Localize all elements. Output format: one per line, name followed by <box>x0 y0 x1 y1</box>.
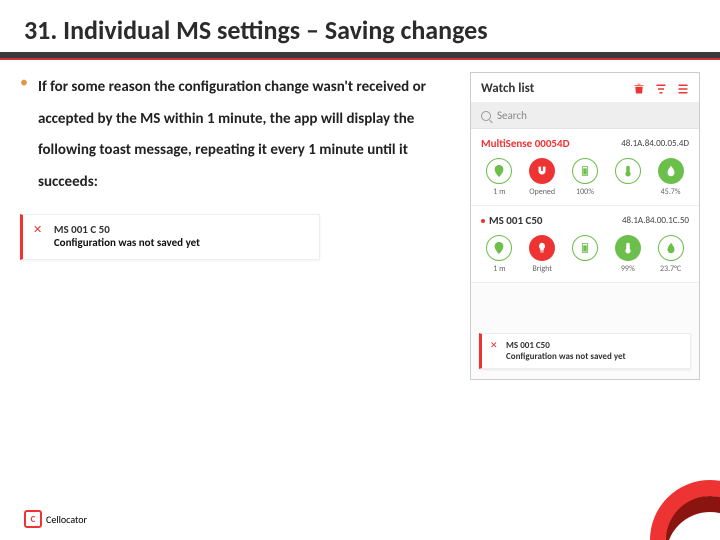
device-mac: 48.1A.84.00.05.4D <box>621 138 689 149</box>
toast-example-left: ✕ MS 001 C 50 Configuration was not save… <box>20 214 320 260</box>
metric-value: 99% <box>621 264 635 274</box>
temp-icon <box>615 158 641 184</box>
drop-icon <box>658 158 684 184</box>
device-row[interactable]: MultiSense 00054D 48.1A.84.00.05.4D 1 m … <box>471 129 699 206</box>
location-icon <box>486 235 512 261</box>
toast-message: Configuration was not saved yet <box>506 351 626 362</box>
phone-mockup: Watch list Search MultiSense 00054D 48.1… <box>470 72 700 380</box>
slide-title: 31. Individual MS settings – Saving chan… <box>24 14 696 46</box>
toast-message: Configuration was not saved yet <box>54 236 200 249</box>
toast-device-name: MS 001 C 50 <box>54 223 200 236</box>
location-icon <box>486 158 512 184</box>
metric-value: 45.7% <box>661 187 681 197</box>
device-mac: 48.1A.84.00.1C.50 <box>622 215 689 226</box>
search-input[interactable]: Search <box>471 103 699 129</box>
device-row[interactable]: MS 001 C50 48.1A.84.00.1C.50 1 m Bright … <box>471 206 699 283</box>
footer-brand: Cellocator <box>46 513 87 526</box>
device-name: MultiSense 00054D <box>481 137 570 150</box>
magnet-icon <box>529 158 555 184</box>
bullet-dot: • <box>20 72 28 198</box>
metric-value: 100% <box>576 187 594 197</box>
metric-value: 1 m <box>493 264 505 274</box>
battery-icon <box>572 235 598 261</box>
temp-icon <box>615 235 641 261</box>
trash-icon[interactable] <box>633 83 645 95</box>
close-icon[interactable]: ✕ <box>33 223 42 236</box>
filter-icon[interactable] <box>655 83 667 95</box>
close-icon[interactable]: ✕ <box>490 340 498 351</box>
metric-value: Opened <box>529 187 555 197</box>
footer-logo: C Cellocator <box>24 510 87 528</box>
metric-value: 1 m <box>493 187 505 197</box>
device-name: MS 001 C50 <box>489 214 543 227</box>
metric-value: Bright <box>532 264 552 274</box>
bulb-icon <box>529 235 555 261</box>
drop-icon <box>658 235 684 261</box>
battery-icon <box>572 158 598 184</box>
menu-icon[interactable] <box>677 83 689 95</box>
search-icon <box>481 111 491 121</box>
body-text: If for some reason the configuration cha… <box>38 72 456 198</box>
search-placeholder: Search <box>497 109 527 122</box>
metric-value: 23.7°C <box>660 264 681 274</box>
title-underline <box>0 52 720 58</box>
toast-device-name: MS 001 C50 <box>506 340 626 351</box>
toast-in-phone: ✕ MS 001 C50 Configuration was not saved… <box>479 333 691 369</box>
phone-header-title: Watch list <box>481 81 534 96</box>
corner-decoration <box>630 470 720 540</box>
status-dot <box>481 219 485 223</box>
